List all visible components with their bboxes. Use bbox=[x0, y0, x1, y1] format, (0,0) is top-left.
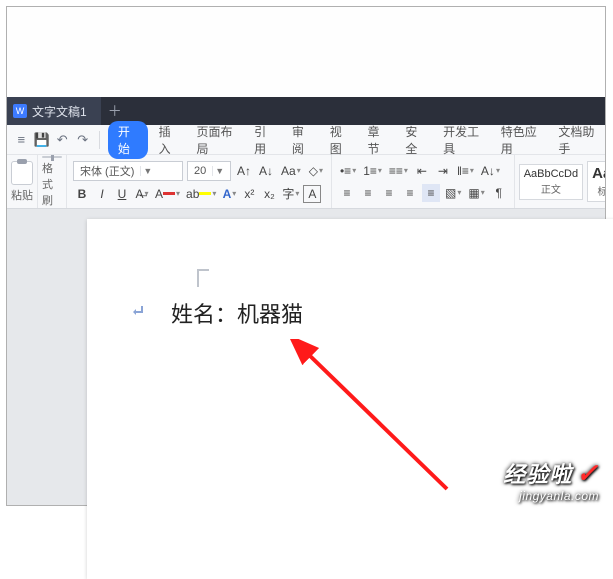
watermark: 经验啦 ✓ jingyanla.com bbox=[503, 457, 599, 503]
ribbon-toolbar: 粘贴 格式刷 宋体 (正文) ▼ 20 ▼ A↑ A↓ Aa ◇ bbox=[7, 155, 605, 209]
format-painter-icon[interactable] bbox=[42, 156, 62, 158]
style-heading1[interactable]: AaBb 标题 1 bbox=[587, 161, 605, 202]
browser-chrome-placeholder bbox=[7, 7, 605, 97]
save-icon[interactable]: 💾 bbox=[34, 130, 51, 150]
style-name: 正文 bbox=[524, 181, 578, 196]
italic-button[interactable]: I bbox=[93, 185, 111, 203]
document-text-line[interactable]: 姓名：机器猫 bbox=[171, 297, 303, 329]
strikethrough-button[interactable]: A̶ bbox=[133, 185, 151, 203]
separator bbox=[99, 131, 100, 149]
menu-review[interactable]: 审阅 bbox=[285, 123, 319, 157]
format-painter-group: 格式刷 bbox=[38, 155, 67, 208]
menu-devtools[interactable]: 开发工具 bbox=[436, 123, 490, 157]
align-left-button[interactable]: ≡ bbox=[338, 184, 356, 202]
subscript-button[interactable]: x₂ bbox=[260, 185, 278, 203]
paragraph-group: •≡ 1≡ ≡≡ ⇤ ⇥ ‖≡ A↓ ≡ ≡ ≡ ≡ ≡ ▧ ▦ ¶ bbox=[332, 155, 515, 208]
underline-button[interactable]: U bbox=[113, 185, 131, 203]
align-justify-button[interactable]: ≡ bbox=[401, 184, 419, 202]
style-preview: AaBb bbox=[592, 165, 605, 182]
superscript-button[interactable]: x² bbox=[240, 185, 258, 203]
increase-indent-button[interactable]: ⇥ bbox=[434, 162, 452, 180]
sort-button[interactable]: A↓ bbox=[479, 162, 502, 180]
font-name-combo[interactable]: 宋体 (正文) ▼ bbox=[73, 161, 183, 181]
style-name: 标题 1 bbox=[592, 183, 605, 198]
increase-font-icon[interactable]: A↑ bbox=[235, 162, 253, 180]
highlight-button[interactable]: ab bbox=[184, 185, 218, 203]
shading-button[interactable]: ▧ bbox=[443, 184, 463, 202]
menu-featured[interactable]: 特色应用 bbox=[494, 123, 548, 157]
menu-view[interactable]: 视图 bbox=[323, 123, 357, 157]
style-normal[interactable]: AaBbCcDd 正文 bbox=[519, 164, 583, 200]
ruler-indent-marker bbox=[197, 269, 215, 291]
font-size-combo[interactable]: 20 ▼ bbox=[187, 161, 231, 181]
bullets-button[interactable]: •≡ bbox=[338, 162, 358, 180]
clear-format-icon[interactable]: ◇ bbox=[307, 162, 325, 180]
menu-app-icon[interactable]: ≡ bbox=[13, 130, 30, 150]
align-right-button[interactable]: ≡ bbox=[380, 184, 398, 202]
document-tab-label: 文字文稿1 bbox=[32, 103, 87, 120]
menu-insert[interactable]: 插入 bbox=[152, 123, 186, 157]
chevron-down-icon: ▼ bbox=[212, 166, 226, 176]
font-size-value: 20 bbox=[188, 165, 212, 177]
menu-page-layout[interactable]: 页面布局 bbox=[189, 123, 243, 157]
change-case-icon[interactable]: Aa bbox=[279, 162, 303, 180]
menu-start[interactable]: 开始 bbox=[108, 121, 148, 159]
document-page[interactable]: 姓名：机器猫 bbox=[87, 219, 613, 579]
align-distribute-button[interactable]: ≡ bbox=[422, 184, 440, 202]
align-center-button[interactable]: ≡ bbox=[359, 184, 377, 202]
watermark-title: 经验啦 bbox=[503, 457, 572, 489]
paragraph-return-icon bbox=[132, 303, 144, 315]
decrease-font-icon[interactable]: A↓ bbox=[257, 162, 275, 180]
paste-label: 粘贴 bbox=[11, 187, 33, 203]
decrease-indent-button[interactable]: ⇤ bbox=[413, 162, 431, 180]
multilevel-list-button[interactable]: ≡≡ bbox=[387, 162, 410, 180]
annotation-arrow bbox=[287, 339, 467, 499]
bold-button[interactable]: B bbox=[73, 185, 91, 203]
numbering-button[interactable]: 1≡ bbox=[361, 162, 384, 180]
menu-bar: ≡ 💾 ↶ ↷ 开始 插入 页面布局 引用 审阅 视图 章节 安全 开发工具 特… bbox=[7, 125, 605, 155]
font-group: 宋体 (正文) ▼ 20 ▼ A↑ A↓ Aa ◇ B I U A̶ A ab … bbox=[67, 155, 332, 208]
app-window: W 文字文稿1 ＋ ≡ 💾 ↶ ↷ 开始 插入 页面布局 引用 审阅 视图 章节… bbox=[6, 6, 606, 506]
borders-button[interactable]: ▦ bbox=[466, 184, 486, 202]
undo-icon[interactable]: ↶ bbox=[54, 130, 71, 150]
phonetic-guide-button[interactable]: 字 bbox=[280, 185, 301, 203]
styles-group: AaBbCcDd 正文 AaBb 标题 1 AaB 标题 bbox=[515, 155, 605, 208]
watermark-url: jingyanla.com bbox=[503, 489, 599, 503]
paste-icon[interactable] bbox=[11, 161, 33, 185]
menu-doc-assistant[interactable]: 文档助手 bbox=[551, 123, 605, 157]
style-preview: AaBbCcDd bbox=[524, 168, 578, 180]
checkmark-icon: ✓ bbox=[576, 458, 599, 489]
text-effects-button[interactable]: A bbox=[220, 185, 238, 203]
show-marks-button[interactable]: ¶ bbox=[490, 184, 508, 202]
menu-sections[interactable]: 章节 bbox=[361, 123, 395, 157]
format-painter-label: 格式刷 bbox=[42, 160, 62, 208]
menu-references[interactable]: 引用 bbox=[247, 123, 281, 157]
word-doc-icon: W bbox=[13, 104, 27, 118]
redo-icon[interactable]: ↷ bbox=[75, 130, 92, 150]
font-color-button[interactable]: A bbox=[153, 185, 182, 203]
line-spacing-button[interactable]: ‖≡ bbox=[455, 162, 476, 180]
font-name-value: 宋体 (正文) bbox=[74, 163, 140, 179]
chevron-down-icon: ▼ bbox=[140, 166, 154, 176]
character-border-button[interactable]: A bbox=[303, 185, 321, 203]
clipboard-group: 粘贴 bbox=[7, 155, 38, 208]
menu-security[interactable]: 安全 bbox=[398, 123, 432, 157]
